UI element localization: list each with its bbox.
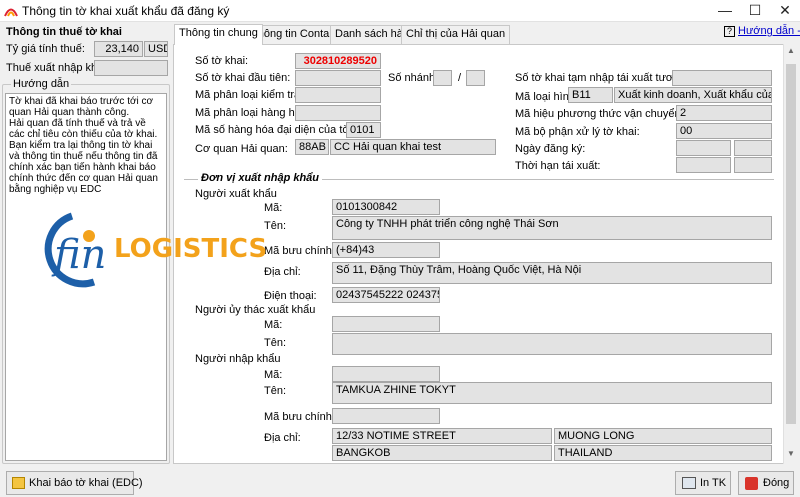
- tab-customs-instructions[interactable]: Chỉ thị của Hải quan: [401, 25, 511, 44]
- first-decl-label: Số tờ khai đầu tiên:: [195, 72, 291, 84]
- tab-general[interactable]: Thông tin chung: [174, 24, 263, 45]
- exporter-phone-label: Điện thoại:: [264, 290, 317, 302]
- print-label: In TK: [700, 477, 727, 489]
- declare-edc-label: Khai báo tờ khai (EDC): [29, 477, 143, 489]
- trustee-title: Người ủy thác xuất khẩu: [195, 304, 316, 316]
- tax-info-title: Thông tin thuế tờ khai: [6, 26, 122, 38]
- exporter-address-field[interactable]: Số 11, Đặng Thùy Trâm, Hoàng Quốc Việt, …: [332, 262, 772, 284]
- importer-address-label: Địa chỉ:: [264, 432, 301, 444]
- print-button[interactable]: In TK: [675, 471, 731, 495]
- importer-address-4[interactable]: THAILAND: [554, 445, 772, 461]
- close-window-button[interactable]: ✕: [770, 0, 800, 22]
- exporter-code-label: Mã:: [264, 202, 283, 214]
- importer-code-field[interactable]: [332, 366, 440, 382]
- dept-field[interactable]: 00: [676, 123, 772, 139]
- exporter-name-field[interactable]: Công ty TNHH phát triển công nghệ Thái S…: [332, 216, 772, 240]
- scroll-up-icon[interactable]: ▲: [786, 46, 796, 55]
- inspect-class-label: Mã phân loại kiểm tra:: [195, 89, 304, 101]
- type-code-field[interactable]: B11: [568, 87, 613, 103]
- importer-postal-field[interactable]: [332, 408, 440, 424]
- printer-icon: [682, 477, 696, 489]
- importer-address-2[interactable]: MUONG LONG: [554, 428, 772, 444]
- window-title: Thông tin tờ khai xuất khẩu đã đăng ký: [22, 4, 230, 18]
- maximize-button[interactable]: ☐: [740, 0, 770, 22]
- reexport-deadline-label: Thời hạn tái xuất:: [515, 160, 601, 172]
- customs-label: Cơ quan Hải quan:: [195, 143, 288, 155]
- dept-label: Mã bộ phận xử lý tờ khai:: [515, 126, 640, 138]
- currency-field[interactable]: USD: [144, 41, 168, 57]
- importer-title: Người nhập khẩu: [195, 353, 281, 365]
- guide-legend: Hướng dẫn: [11, 78, 72, 90]
- fin-logistics-logo: fin LOGISTICS: [32, 208, 267, 288]
- goods-class-label: Mã phân loại hàng hóa:: [195, 107, 310, 119]
- importer-postal-label: Mã bưu chính:: [264, 411, 335, 423]
- trustee-name-field[interactable]: [332, 333, 772, 355]
- trustee-name-label: Tên:: [264, 337, 287, 349]
- hs-rep-field[interactable]: 0101: [346, 122, 381, 138]
- reg-date-field-b[interactable]: [734, 140, 772, 156]
- branch-field-b[interactable]: [466, 70, 485, 86]
- trustee-code-label: Mã:: [264, 319, 283, 331]
- exporter-address-label: Địa chỉ:: [264, 266, 301, 278]
- minimize-button[interactable]: —: [710, 0, 740, 22]
- exporter-name-label: Tên:: [264, 220, 287, 232]
- declaration-no-label: Số tờ khai:: [195, 55, 249, 67]
- exporter-phone-field[interactable]: 02437545222 0243754: [332, 287, 440, 303]
- exporter-postal-label: Mã bưu chính:: [264, 245, 335, 257]
- rate-field[interactable]: 23,140: [94, 41, 143, 57]
- title-bar: Thông tin tờ khai xuất khẩu đã đăng ký —…: [0, 0, 800, 22]
- scroll-down-icon[interactable]: ▼: [786, 449, 796, 458]
- logo-text: LOGISTICS: [114, 234, 268, 264]
- parties-title: Đơn vị xuất nhập khẩu: [198, 172, 323, 184]
- reg-date-label: Ngày đăng ký:: [515, 143, 586, 155]
- logo-brand: fin: [51, 232, 106, 278]
- rate-label: Tỷ giá tính thuế:: [6, 43, 85, 55]
- help-icon: ?: [724, 26, 735, 37]
- declaration-no-field[interactable]: 302810289520: [295, 53, 381, 69]
- importer-name-label: Tên:: [264, 385, 287, 397]
- declare-edc-button[interactable]: Khai báo tờ khai (EDC): [6, 471, 143, 495]
- help-link-label: Hướng dẫn - F1: [738, 25, 800, 37]
- close-label: Đóng: [763, 477, 790, 489]
- transport-field[interactable]: 2: [676, 105, 772, 121]
- branch-separator: /: [458, 72, 462, 84]
- vertical-scrollbar[interactable]: ▲ ▼: [783, 44, 798, 464]
- app-icon: [4, 8, 18, 17]
- inspect-class-field[interactable]: [295, 87, 381, 103]
- importer-address-1[interactable]: 12/33 NOTIME STREET: [332, 428, 552, 444]
- scroll-thumb[interactable]: [786, 64, 796, 424]
- reexport-field-a[interactable]: [676, 157, 731, 173]
- exporter-title: Người xuất khẩu: [195, 188, 277, 200]
- exporter-code-field[interactable]: 0101300842: [332, 199, 440, 215]
- temp-reexport-field[interactable]: [672, 70, 772, 86]
- importer-code-label: Mã:: [264, 369, 283, 381]
- importer-address-3[interactable]: BANGKOB: [332, 445, 552, 461]
- trustee-code-field[interactable]: [332, 316, 440, 332]
- goods-class-field[interactable]: [295, 105, 381, 121]
- customs-code-field[interactable]: 88AB: [295, 139, 329, 155]
- branch-field-a[interactable]: [433, 70, 452, 86]
- customs-name-field[interactable]: CC Hải quan khai test: [330, 139, 496, 155]
- close-button[interactable]: Đóng: [738, 471, 794, 495]
- type-name-field[interactable]: Xuất kinh doanh, Xuất khẩu của doanh ngh…: [614, 87, 772, 103]
- importer-name-field[interactable]: TAMKUA ZHINE TOKYT: [332, 382, 772, 404]
- bottom-bar: Khai báo tờ khai (EDC) In TK Đóng: [0, 466, 800, 497]
- reexport-field-b[interactable]: [734, 157, 772, 173]
- branch-label: Số nhánh:: [388, 72, 439, 84]
- export-tax-field[interactable]: [94, 60, 168, 76]
- transport-label: Mã hiệu phương thức vận chuyển:: [515, 108, 684, 120]
- declare-icon: [12, 477, 25, 489]
- close-icon: [745, 477, 758, 490]
- exporter-postal-field[interactable]: (+84)43: [332, 242, 440, 258]
- reg-date-field-a[interactable]: [676, 140, 731, 156]
- first-decl-field[interactable]: [295, 70, 381, 86]
